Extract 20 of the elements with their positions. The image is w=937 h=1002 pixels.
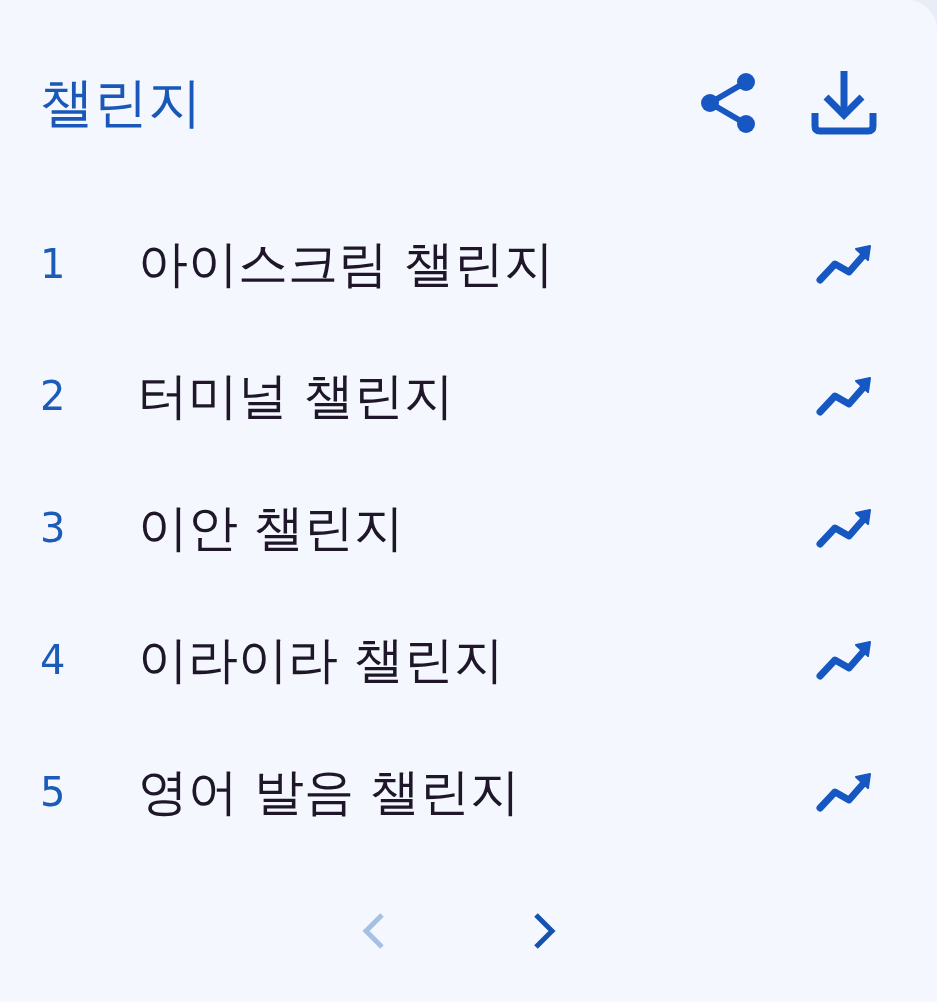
- trend-item[interactable]: 아이스크림 챌린지: [138, 234, 816, 294]
- trending-up-icon: [816, 507, 872, 549]
- trending-up-icon: [816, 375, 872, 417]
- chevron-right-icon: [531, 911, 556, 951]
- rank-number: 2: [40, 372, 67, 420]
- trending-up-icon: [816, 243, 872, 285]
- rank-number: 3: [40, 504, 67, 552]
- rank-number: 5: [40, 768, 67, 816]
- chevron-left-icon: [361, 911, 386, 951]
- trending-up-icon: [816, 639, 872, 681]
- trend-item[interactable]: 이안 챌린지: [138, 498, 816, 558]
- rank-number: 1: [40, 240, 67, 288]
- download-icon[interactable]: [811, 71, 877, 135]
- trend-item[interactable]: 이라이라 챌린지: [138, 630, 816, 690]
- trending-up-icon: [816, 771, 872, 813]
- trend-item[interactable]: 영어 발음 챌린지: [138, 762, 816, 822]
- section-title: 챌린지: [40, 70, 202, 136]
- rank-number: 4: [40, 636, 67, 684]
- share-icon[interactable]: [701, 73, 755, 133]
- trend-item[interactable]: 터미널 챌린지: [138, 366, 816, 426]
